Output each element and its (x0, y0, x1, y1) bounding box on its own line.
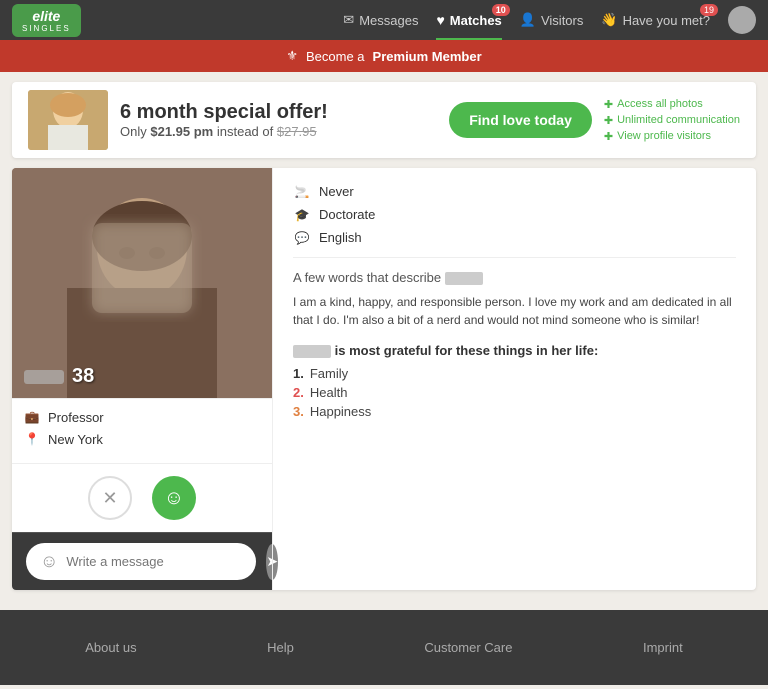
location-text: New York (48, 432, 103, 447)
footer-link-about[interactable]: About us (85, 640, 136, 655)
photo-overlay: 38 (24, 365, 94, 388)
nav-matches[interactable]: ♥ Matches 10 (436, 12, 501, 28)
footer: About us Help Customer Care Imprint (0, 610, 768, 685)
premium-banner[interactable]: ⚜ Become a Premium Member (0, 40, 768, 72)
offer-feature-text-1: Access all photos (617, 98, 703, 110)
profile-photo: 38 (12, 168, 272, 398)
dislike-button[interactable]: ✕ (88, 476, 132, 520)
premium-text-before: Become a (306, 49, 365, 64)
grateful-item-2: 2. Health (293, 385, 736, 400)
footer-link-imprint[interactable]: Imprint (643, 640, 683, 655)
premium-icon: ⚜ (286, 48, 298, 64)
checkmark-icon-2: ✚ (604, 114, 613, 127)
pin-icon (24, 431, 40, 447)
footer-link-help[interactable]: Help (267, 640, 294, 655)
messages-label: Messages (359, 13, 418, 28)
heart-icon: ♥ (436, 12, 444, 28)
profile-photo-svg (12, 168, 272, 398)
header: elite SINGLES Messages ♥ Matches 10 👤 Vi… (0, 0, 768, 40)
grateful-text-2: Health (310, 385, 348, 400)
grateful-list: 1. Family 2. Health 3. Happiness (293, 366, 736, 419)
logo[interactable]: elite SINGLES (12, 4, 81, 37)
premium-text-highlight: Premium Member (373, 49, 482, 64)
smoking-icon (293, 185, 311, 199)
divider-1 (293, 257, 736, 258)
profile-right-column: Never Doctorate English A few words that… (272, 168, 756, 590)
grateful-item-1: 1. Family (293, 366, 736, 381)
offer-feature-text-3: View profile visitors (617, 130, 711, 142)
message-area: ☺ ➤ (12, 532, 272, 590)
graduation-icon (293, 208, 311, 222)
message-input-wrap: ☺ (26, 543, 256, 580)
offer-subtitle-after: instead of (217, 124, 273, 139)
offer-button[interactable]: Find love today (449, 102, 592, 138)
checkmark-icon-1: ✚ (604, 98, 613, 111)
offer-old-price: $27.95 (277, 124, 317, 139)
profile-actions: ✕ ☺ (12, 463, 272, 532)
grateful-num-2: 2. (293, 385, 304, 400)
describe-text: I am a kind, happy, and responsible pers… (293, 293, 736, 329)
nav-have-you-met[interactable]: 👋 Have you met? 19 (601, 12, 710, 28)
profile-left-column: 38 Professor New York ✕ ☺ ☺ ➤ (12, 168, 272, 590)
visitors-icon: 👤 (520, 12, 536, 28)
language-attr: English (293, 230, 736, 245)
offer-features: ✚ Access all photos ✚ Unlimited communic… (604, 98, 740, 143)
logo-elite-text: elite (32, 8, 60, 24)
nav-visitors[interactable]: 👤 Visitors (520, 12, 584, 28)
profile-info: Professor New York (12, 398, 272, 463)
describe-title-text: A few words that describe (293, 270, 441, 285)
envelope-icon (343, 12, 354, 28)
grateful-num-1: 1. (293, 366, 304, 381)
offer-image (28, 90, 108, 150)
offer-feature-text-2: Unlimited communication (617, 114, 740, 126)
checkmark-icon-3: ✚ (604, 130, 613, 143)
footer-link-customer-care[interactable]: Customer Care (424, 640, 512, 655)
education-attr: Doctorate (293, 207, 736, 222)
offer-text-block: 6 month special offer! Only $21.95 pm in… (120, 101, 437, 139)
offer-woman-illustration (28, 90, 108, 150)
user-avatar[interactable] (728, 6, 756, 34)
briefcase-icon (24, 409, 40, 425)
grateful-text-1: Family (310, 366, 348, 381)
occupation-detail: Professor (24, 409, 260, 425)
grateful-num-3: 3. (293, 404, 304, 419)
nav-messages[interactable]: Messages (343, 12, 418, 28)
main-nav: Messages ♥ Matches 10 👤 Visitors 👋 Have … (343, 6, 756, 34)
emoji-icon: ☺ (40, 551, 58, 572)
location-detail: New York (24, 431, 260, 447)
name-blur-photo (24, 370, 64, 384)
offer-feature-3: ✚ View profile visitors (604, 130, 740, 143)
profile-age: 38 (72, 365, 94, 388)
offer-feature-1: ✚ Access all photos (604, 98, 740, 111)
message-input[interactable] (66, 554, 242, 569)
have-you-met-label: Have you met? (623, 13, 710, 28)
grateful-title: is most grateful for these things in her… (293, 343, 736, 358)
grateful-text-3: Happiness (310, 404, 371, 419)
offer-subtitle: Only $21.95 pm instead of $27.95 (120, 124, 437, 139)
wave-icon: 👋 (601, 12, 617, 28)
smoking-value: Never (319, 184, 354, 199)
offer-banner: 6 month special offer! Only $21.95 pm in… (12, 82, 756, 158)
profile-card: 38 Professor New York ✕ ☺ ☺ ➤ (12, 168, 756, 590)
offer-title: 6 month special offer! (120, 101, 437, 124)
name-blur-describe (445, 272, 483, 285)
smoking-attr: Never (293, 184, 736, 199)
offer-feature-2: ✚ Unlimited communication (604, 114, 740, 127)
visitors-label: Visitors (541, 13, 583, 28)
describe-title: A few words that describe (293, 270, 736, 285)
offer-subtitle-before: Only (120, 124, 147, 139)
language-value: English (319, 230, 362, 245)
grateful-title-suffix: is most grateful for these things in her… (335, 343, 599, 358)
education-value: Doctorate (319, 207, 375, 222)
have-you-met-badge: 19 (700, 4, 718, 16)
speech-icon (293, 231, 311, 245)
logo-singles-text: SINGLES (22, 24, 71, 33)
name-blur-grateful (293, 345, 331, 358)
grateful-item-3: 3. Happiness (293, 404, 736, 419)
like-button[interactable]: ☺ (152, 476, 196, 520)
matches-badge: 10 (492, 4, 510, 16)
offer-price: $21.95 pm (150, 124, 213, 139)
occupation-text: Professor (48, 410, 104, 425)
